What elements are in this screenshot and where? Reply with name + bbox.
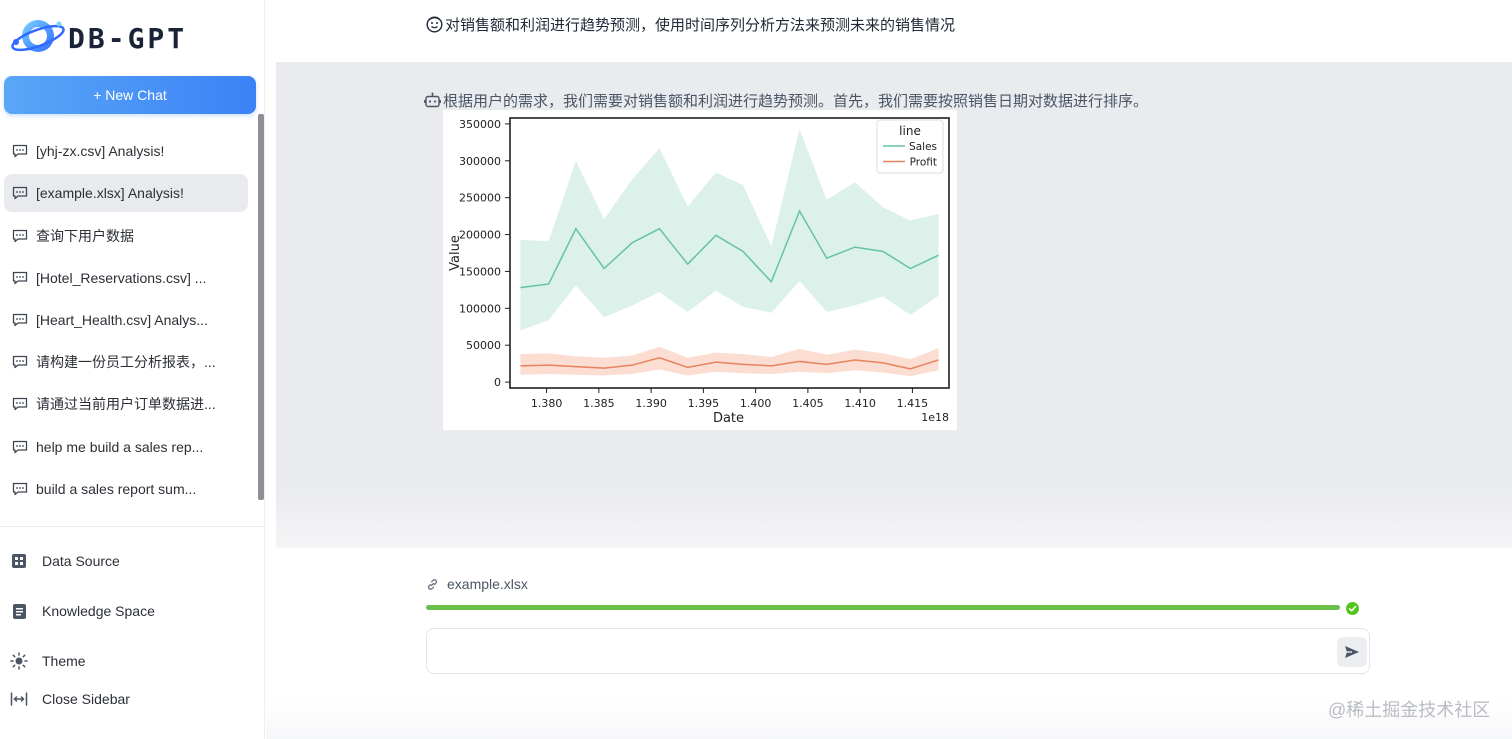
- history-item[interactable]: 请构建一份员工分析报表，...: [4, 343, 248, 381]
- chat-bubble-icon: [12, 482, 28, 496]
- attachment-row[interactable]: example.xlsx: [426, 576, 528, 592]
- chat-history-list[interactable]: [telcoCustomerChurn.csv... [yhj-zx.csv] A…: [0, 120, 258, 526]
- sidebar: DB-GPT + New Chat [telcoCustomerChurn.cs…: [0, 0, 265, 739]
- chat-bubble-icon: [12, 144, 28, 158]
- collapse-horizontal-icon: [10, 690, 28, 708]
- history-item-label: build a sales report sum...: [36, 480, 197, 497]
- check-circle-icon: [1346, 602, 1359, 615]
- history-item[interactable]: [example.xlsx] Analysis!: [4, 174, 248, 213]
- x-tick-label: 1.415: [897, 397, 929, 410]
- x-tick-label: 1.390: [635, 397, 667, 410]
- bot-message-text: 根据用户的需求，我们需要对销售额和利润进行趋势预测。首先，我们需要按照销售日期对…: [443, 93, 1149, 110]
- upload-progress-fill: [426, 605, 1340, 610]
- y-tick-label: 350000: [459, 118, 501, 131]
- x-tick-label: 1.395: [688, 397, 720, 410]
- chat-bubble-icon: [12, 355, 28, 369]
- chat-bubble-icon: [12, 271, 28, 285]
- history-item[interactable]: 查询下用户数据: [4, 217, 248, 255]
- send-button[interactable]: [1337, 637, 1367, 667]
- menu-close-sidebar[interactable]: Close Sidebar: [10, 684, 250, 714]
- watermark: @稀土掘金技术社区: [1328, 700, 1491, 720]
- bot-message: 根据用户的需求，我们需要对销售额和利润进行趋势预测。首先，我们需要按照销售日期对…: [424, 90, 1148, 111]
- history-item[interactable]: build a sales report sum...: [4, 470, 248, 508]
- menu-data-source-label: Data Source: [42, 553, 120, 569]
- sales-profit-chart: 0 50000 100000 150000 200000 250000 300000 3500…: [448, 117, 950, 426]
- series-band-sales: [520, 129, 939, 331]
- chat-bubble-icon: [12, 440, 28, 454]
- x-tick-label: 1.405: [792, 397, 824, 410]
- chart-card: 0 50000 100000 150000 200000 250000 300000 3500…: [443, 110, 957, 430]
- robot-icon: [424, 92, 441, 109]
- history-item[interactable]: [telcoCustomerChurn.csv...: [4, 120, 248, 128]
- app-logo[interactable]: DB-GPT: [10, 12, 250, 60]
- y-tick-label: 50000: [466, 339, 501, 352]
- user-message: 对销售额和利润进行趋势预测，使用时间序列分析方法来预测未来的销售情况: [426, 14, 955, 35]
- link-icon: [426, 578, 439, 591]
- logo-mark: DB-GPT: [11, 20, 187, 55]
- history-item[interactable]: [Heart_Health.csv] Analys...: [4, 301, 248, 339]
- y-tick-label: 150000: [459, 265, 501, 278]
- send-icon: [1344, 645, 1360, 659]
- menu-theme[interactable]: Theme: [10, 646, 250, 676]
- menu-knowledge-space[interactable]: Knowledge Space: [10, 596, 250, 626]
- user-avatar-icon: [426, 16, 443, 33]
- menu-knowledge-space-label: Knowledge Space: [42, 603, 155, 619]
- bottom-fade: [266, 700, 1512, 739]
- chart-legend: line Sales Profit: [876, 119, 944, 174]
- history-item[interactable]: [Hotel_Reservations.csv] ...: [4, 259, 248, 297]
- chat-bubble-icon: [12, 229, 28, 243]
- history-item-label: [yhj-zx.csv] Analysis!: [36, 143, 165, 160]
- history-item-label: [Hotel_Reservations.csv] ...: [36, 269, 207, 286]
- menu-theme-label: Theme: [42, 653, 86, 669]
- legend-entry: Profit: [910, 157, 937, 169]
- attachment-file-name: example.xlsx: [447, 576, 528, 592]
- chat-bubble-icon: [12, 186, 28, 200]
- chat-bubble-icon: [12, 313, 28, 327]
- y-tick-label: 300000: [459, 155, 501, 168]
- history-item[interactable]: [yhj-zx.csv] Analysis!: [4, 132, 248, 170]
- history-item-label: 请通过当前用户订单数据进...: [36, 396, 216, 413]
- legend-title: line: [899, 124, 921, 138]
- user-message-row: 对销售额和利润进行趋势预测，使用时间序列分析方法来预测未来的销售情况: [266, 0, 1512, 62]
- y-tick-label: 0: [494, 376, 501, 389]
- sidebar-divider: [0, 526, 265, 527]
- new-chat-button[interactable]: + New Chat: [4, 76, 256, 114]
- y-tick-label: 250000: [459, 192, 501, 205]
- legend-entry: Sales: [909, 141, 937, 153]
- chat-input-box[interactable]: [426, 628, 1370, 674]
- menu-data-source[interactable]: Data Source: [10, 546, 250, 576]
- y-axis-label: Value: [448, 235, 463, 271]
- x-offset-label: 1e18: [921, 411, 949, 424]
- grid-icon: [10, 552, 28, 570]
- user-message-text: 对销售额和利润进行趋势预测，使用时间序列分析方法来预测未来的销售情况: [445, 17, 956, 34]
- menu-close-sidebar-label: Close Sidebar: [42, 691, 130, 707]
- y-tick-label: 100000: [459, 302, 501, 315]
- x-tick-label: 1.410: [844, 397, 876, 410]
- logo-text: DB-GPT: [68, 22, 187, 55]
- sun-icon: [10, 652, 28, 670]
- chat-main: 对销售额和利润进行趋势预测，使用时间序列分析方法来预测未来的销售情况 根据用户的…: [266, 0, 1512, 739]
- x-tick-label: 1.380: [531, 397, 563, 410]
- x-axis-label: Date: [713, 411, 744, 426]
- chat-input[interactable]: [439, 637, 1319, 667]
- history-item[interactable]: 请通过当前用户订单数据进...: [4, 385, 248, 423]
- document-icon: [10, 602, 28, 620]
- chat-bubble-icon: [12, 397, 28, 411]
- history-item-label: [example.xlsx] Analysis!: [36, 185, 184, 202]
- history-item[interactable]: help me build a sales rep...: [4, 428, 248, 466]
- history-item-label: 请构建一份员工分析报表，...: [36, 354, 216, 371]
- upload-progress-bar: [426, 605, 1340, 610]
- bot-message-row: 根据用户的需求，我们需要对销售额和利润进行趋势预测。首先，我们需要按照销售日期对…: [276, 62, 1512, 548]
- x-tick-label: 1.385: [583, 397, 615, 410]
- history-item-label: help me build a sales rep...: [36, 438, 204, 455]
- history-scrollbar[interactable]: [258, 114, 264, 500]
- history-item-label: 查询下用户数据: [36, 227, 134, 244]
- y-tick-label: 200000: [459, 229, 501, 242]
- history-item-label: [Heart_Health.csv] Analys...: [36, 312, 208, 328]
- app-root: DB-GPT + New Chat [telcoCustomerChurn.cs…: [0, 0, 1512, 739]
- x-tick-label: 1.400: [740, 397, 772, 410]
